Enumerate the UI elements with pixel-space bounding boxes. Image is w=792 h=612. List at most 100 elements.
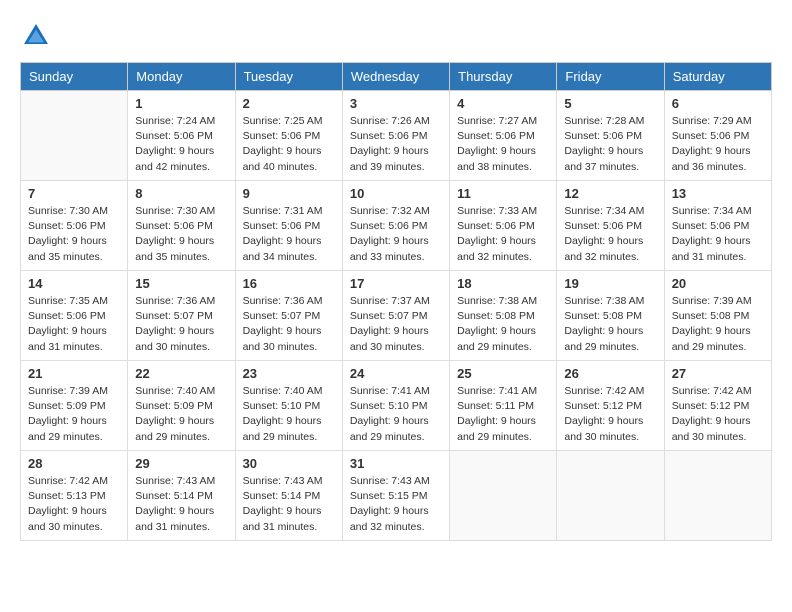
day-info: Sunrise: 7:43 AM Sunset: 5:14 PM Dayligh…: [135, 474, 227, 535]
day-info: Sunrise: 7:24 AM Sunset: 5:06 PM Dayligh…: [135, 114, 227, 175]
day-info: Sunrise: 7:39 AM Sunset: 5:08 PM Dayligh…: [672, 294, 764, 355]
calendar-cell: [450, 451, 557, 541]
day-info: Sunrise: 7:40 AM Sunset: 5:10 PM Dayligh…: [243, 384, 335, 445]
day-number: 29: [135, 456, 227, 471]
day-info: Sunrise: 7:36 AM Sunset: 5:07 PM Dayligh…: [135, 294, 227, 355]
calendar-cell: 18 Sunrise: 7:38 AM Sunset: 5:08 PM Dayli…: [450, 271, 557, 361]
day-info: Sunrise: 7:34 AM Sunset: 5:06 PM Dayligh…: [672, 204, 764, 265]
calendar-cell: 1 Sunrise: 7:24 AM Sunset: 5:06 PM Daylig…: [128, 91, 235, 181]
week-row-3: 14 Sunrise: 7:35 AM Sunset: 5:06 PM Dayli…: [21, 271, 772, 361]
day-info: Sunrise: 7:33 AM Sunset: 5:06 PM Dayligh…: [457, 204, 549, 265]
calendar-cell: 4 Sunrise: 7:27 AM Sunset: 5:06 PM Daylig…: [450, 91, 557, 181]
calendar-cell: 28 Sunrise: 7:42 AM Sunset: 5:13 PM Dayli…: [21, 451, 128, 541]
day-info: Sunrise: 7:39 AM Sunset: 5:09 PM Dayligh…: [28, 384, 120, 445]
day-info: Sunrise: 7:34 AM Sunset: 5:06 PM Dayligh…: [564, 204, 656, 265]
calendar-cell: 19 Sunrise: 7:38 AM Sunset: 5:08 PM Dayli…: [557, 271, 664, 361]
calendar-cell: 6 Sunrise: 7:29 AM Sunset: 5:06 PM Daylig…: [664, 91, 771, 181]
calendar-cell: 26 Sunrise: 7:42 AM Sunset: 5:12 PM Dayli…: [557, 361, 664, 451]
calendar-cell: 17 Sunrise: 7:37 AM Sunset: 5:07 PM Dayli…: [342, 271, 449, 361]
day-info: Sunrise: 7:38 AM Sunset: 5:08 PM Dayligh…: [457, 294, 549, 355]
day-info: Sunrise: 7:32 AM Sunset: 5:06 PM Dayligh…: [350, 204, 442, 265]
day-number: 5: [564, 96, 656, 111]
column-header-wednesday: Wednesday: [342, 63, 449, 91]
day-number: 15: [135, 276, 227, 291]
day-info: Sunrise: 7:41 AM Sunset: 5:11 PM Dayligh…: [457, 384, 549, 445]
calendar-header-row: SundayMondayTuesdayWednesdayThursdayFrid…: [21, 63, 772, 91]
day-number: 1: [135, 96, 227, 111]
calendar-cell: 27Sunrise: 7:42 AM Sunset: 5:12 PM Dayli…: [664, 361, 771, 451]
column-header-monday: Monday: [128, 63, 235, 91]
day-number: 22: [135, 366, 227, 381]
calendar-table: SundayMondayTuesdayWednesdayThursdayFrid…: [20, 62, 772, 541]
calendar-cell: 16 Sunrise: 7:36 AM Sunset: 5:07 PM Dayli…: [235, 271, 342, 361]
week-row-5: 28 Sunrise: 7:42 AM Sunset: 5:13 PM Dayli…: [21, 451, 772, 541]
day-info: Sunrise: 7:30 AM Sunset: 5:06 PM Dayligh…: [28, 204, 120, 265]
column-header-saturday: Saturday: [664, 63, 771, 91]
day-number: 17: [350, 276, 442, 291]
week-row-2: 7 Sunrise: 7:30 AM Sunset: 5:06 PM Daylig…: [21, 181, 772, 271]
day-info: Sunrise: 7:40 AM Sunset: 5:09 PM Dayligh…: [135, 384, 227, 445]
calendar-cell: 10Sunrise: 7:32 AM Sunset: 5:06 PM Dayli…: [342, 181, 449, 271]
day-number: 28: [28, 456, 120, 471]
calendar-cell: 20Sunrise: 7:39 AM Sunset: 5:08 PM Dayli…: [664, 271, 771, 361]
day-number: 31: [350, 456, 442, 471]
calendar-cell: 9 Sunrise: 7:31 AM Sunset: 5:06 PM Daylig…: [235, 181, 342, 271]
calendar-cell: [21, 91, 128, 181]
calendar-cell: 12 Sunrise: 7:34 AM Sunset: 5:06 PM Dayli…: [557, 181, 664, 271]
day-info: Sunrise: 7:41 AM Sunset: 5:10 PM Dayligh…: [350, 384, 442, 445]
day-info: Sunrise: 7:28 AM Sunset: 5:06 PM Dayligh…: [564, 114, 656, 175]
day-number: 23: [243, 366, 335, 381]
calendar-cell: [664, 451, 771, 541]
day-info: Sunrise: 7:42 AM Sunset: 5:12 PM Dayligh…: [564, 384, 656, 445]
calendar-cell: 22 Sunrise: 7:40 AM Sunset: 5:09 PM Dayli…: [128, 361, 235, 451]
day-number: 24: [350, 366, 442, 381]
day-info: Sunrise: 7:25 AM Sunset: 5:06 PM Dayligh…: [243, 114, 335, 175]
calendar-cell: 14 Sunrise: 7:35 AM Sunset: 5:06 PM Dayli…: [21, 271, 128, 361]
day-info: Sunrise: 7:27 AM Sunset: 5:06 PM Dayligh…: [457, 114, 549, 175]
week-row-4: 21 Sunrise: 7:39 AM Sunset: 5:09 PM Dayli…: [21, 361, 772, 451]
calendar-cell: 23 Sunrise: 7:40 AM Sunset: 5:10 PM Dayli…: [235, 361, 342, 451]
calendar-cell: 13 Sunrise: 7:34 AM Sunset: 5:06 PM Dayli…: [664, 181, 771, 271]
day-number: 8: [135, 186, 227, 201]
day-number: 30: [243, 456, 335, 471]
logo: [20, 20, 58, 52]
calendar-cell: 8 Sunrise: 7:30 AM Sunset: 5:06 PM Daylig…: [128, 181, 235, 271]
calendar-cell: 15 Sunrise: 7:36 AM Sunset: 5:07 PM Dayli…: [128, 271, 235, 361]
day-number: 26: [564, 366, 656, 381]
day-number: 13: [672, 186, 764, 201]
day-number: 19: [564, 276, 656, 291]
column-header-tuesday: Tuesday: [235, 63, 342, 91]
day-info: Sunrise: 7:42 AM Sunset: 5:13 PM Dayligh…: [28, 474, 120, 535]
calendar-cell: 7 Sunrise: 7:30 AM Sunset: 5:06 PM Daylig…: [21, 181, 128, 271]
day-number: 18: [457, 276, 549, 291]
calendar-cell: [557, 451, 664, 541]
day-number: 7: [28, 186, 120, 201]
day-info: Sunrise: 7:43 AM Sunset: 5:15 PM Dayligh…: [350, 474, 442, 535]
day-info: Sunrise: 7:35 AM Sunset: 5:06 PM Dayligh…: [28, 294, 120, 355]
calendar-cell: 31 Sunrise: 7:43 AM Sunset: 5:15 PM Dayli…: [342, 451, 449, 541]
day-number: 14: [28, 276, 120, 291]
day-number: 6: [672, 96, 764, 111]
day-number: 9: [243, 186, 335, 201]
calendar-cell: 29 Sunrise: 7:43 AM Sunset: 5:14 PM Dayli…: [128, 451, 235, 541]
column-header-sunday: Sunday: [21, 63, 128, 91]
calendar-cell: 2Sunrise: 7:25 AM Sunset: 5:06 PM Daylig…: [235, 91, 342, 181]
day-info: Sunrise: 7:29 AM Sunset: 5:06 PM Dayligh…: [672, 114, 764, 175]
day-info: Sunrise: 7:38 AM Sunset: 5:08 PM Dayligh…: [564, 294, 656, 355]
day-number: 21: [28, 366, 120, 381]
day-number: 16: [243, 276, 335, 291]
day-number: 3: [350, 96, 442, 111]
day-info: Sunrise: 7:43 AM Sunset: 5:14 PM Dayligh…: [243, 474, 335, 535]
day-info: Sunrise: 7:31 AM Sunset: 5:06 PM Dayligh…: [243, 204, 335, 265]
day-info: Sunrise: 7:37 AM Sunset: 5:07 PM Dayligh…: [350, 294, 442, 355]
calendar-cell: 25Sunrise: 7:41 AM Sunset: 5:11 PM Dayli…: [450, 361, 557, 451]
day-info: Sunrise: 7:30 AM Sunset: 5:06 PM Dayligh…: [135, 204, 227, 265]
calendar-cell: 5 Sunrise: 7:28 AM Sunset: 5:06 PM Daylig…: [557, 91, 664, 181]
day-number: 4: [457, 96, 549, 111]
day-info: Sunrise: 7:36 AM Sunset: 5:07 PM Dayligh…: [243, 294, 335, 355]
day-info: Sunrise: 7:42 AM Sunset: 5:12 PM Dayligh…: [672, 384, 764, 445]
calendar-cell: 24 Sunrise: 7:41 AM Sunset: 5:10 PM Dayli…: [342, 361, 449, 451]
calendar-cell: 11Sunrise: 7:33 AM Sunset: 5:06 PM Dayli…: [450, 181, 557, 271]
day-number: 12: [564, 186, 656, 201]
column-header-friday: Friday: [557, 63, 664, 91]
